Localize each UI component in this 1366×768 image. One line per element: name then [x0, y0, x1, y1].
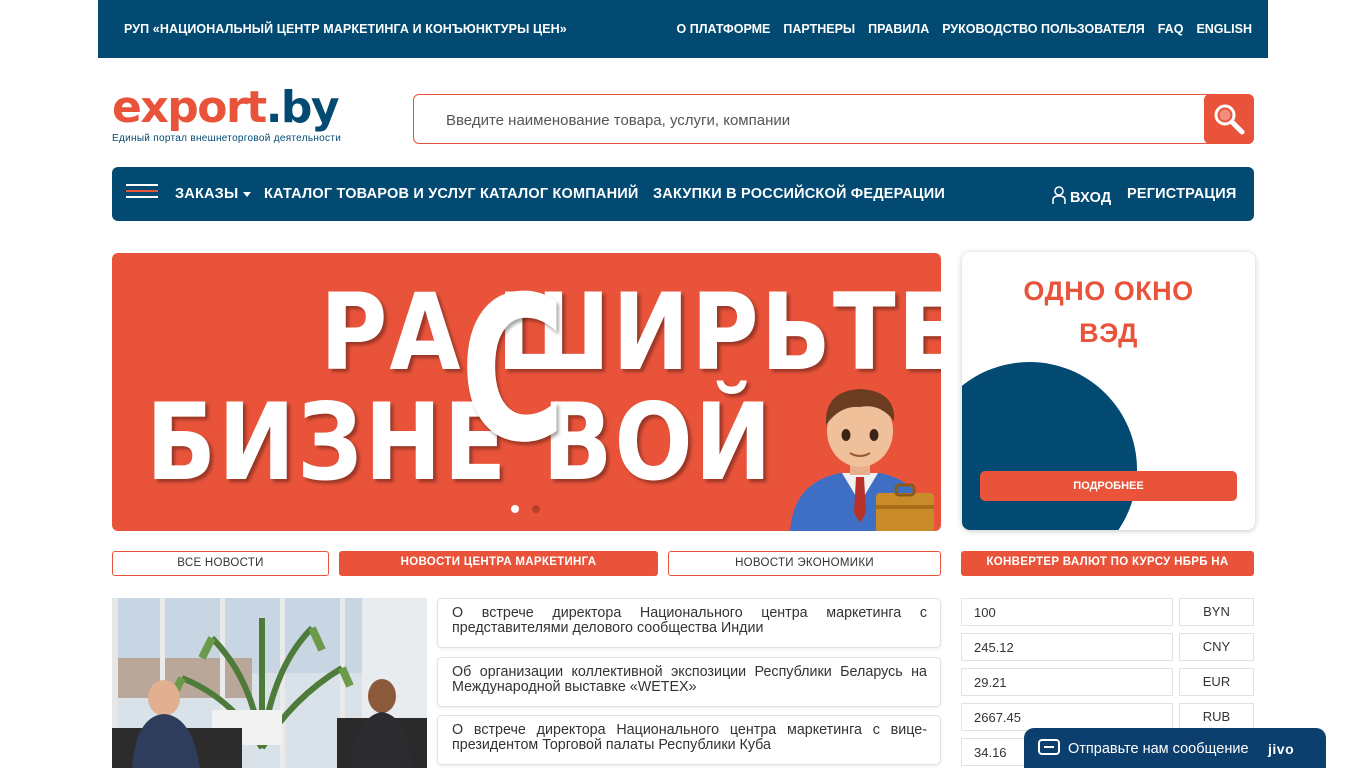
chat-widget-text: Отправьте нам сообщение [1068, 741, 1249, 757]
link-partners[interactable]: ПАРТНЕРЫ [783, 22, 855, 36]
slider-dot-1[interactable] [511, 505, 519, 513]
converter-amount-cny[interactable]: 245.12 [961, 633, 1173, 661]
one-window-title: ОДНО ОКНО [1023, 276, 1194, 306]
news-item-1[interactable]: О встрече директора Национального центра… [437, 598, 941, 648]
search-button[interactable] [1204, 94, 1254, 144]
message-icon [1038, 739, 1060, 755]
link-english[interactable]: ENGLISH [1196, 22, 1252, 36]
search-input[interactable] [446, 108, 1186, 132]
banner-big-letter: С [460, 254, 566, 487]
nav-catalog-companies[interactable]: КАТАЛОГ КОМПАНИЙ [480, 186, 639, 202]
converter-title: КОНВЕРТЕР ВАЛЮТ ПО КУРСУ НБРБ НА 13.07.2… [961, 551, 1254, 591]
logo-part-export: export [112, 82, 267, 133]
converter-amount-rub[interactable]: 2667.45 [961, 703, 1173, 731]
top-bar: РУП «НАЦИОНАЛЬНЫЙ ЦЕНТР МАРКЕТИНГА И КОН… [98, 0, 1268, 58]
nav-login-label: ВХОД [1070, 190, 1112, 206]
slider-dot-2[interactable] [532, 505, 540, 513]
link-rules[interactable]: ПРАВИЛА [868, 22, 929, 36]
link-user-guide[interactable]: РУКОВОДСТВО ПОЛЬЗОВАТЕЛЯ [942, 22, 1145, 36]
main-nav: ЗАКАЗЫ КАТАЛОГ ТОВАРОВ И УСЛУГ КАТАЛОГ К… [112, 167, 1254, 221]
news-item-3[interactable]: О встрече директора Национального центра… [437, 715, 941, 765]
jivo-logo: jivo [1268, 741, 1295, 757]
organization-name[interactable]: РУП «НАЦИОНАЛЬНЫЙ ЦЕНТР МАРКЕТИНГА И КОН… [124, 22, 567, 36]
converter-amount-eur[interactable]: 29.21 [961, 668, 1173, 696]
nav-orders[interactable]: ЗАКАЗЫ [175, 186, 252, 202]
nav-register[interactable]: РЕГИСТРАЦИЯ [1127, 186, 1236, 202]
news-photo[interactable] [112, 598, 427, 768]
nav-login[interactable]: ВХОД [1052, 186, 1111, 206]
one-window-card: ОДНО ОКНО ВЭД ПОДРОБНЕЕ [962, 252, 1255, 530]
businessman-illustration [790, 389, 934, 531]
promo-banner[interactable]: РА ШИРЬТЕ БИЗНЕ ВОЙ С [112, 253, 941, 531]
search-icon [1214, 104, 1245, 135]
nav-russia-purchases[interactable]: ЗАКУПКИ В РОССИЙСКОЙ ФЕДЕРАЦИИ [653, 186, 945, 202]
slider-dots [511, 505, 540, 513]
one-window-subtitle: ВЭД [1079, 318, 1138, 348]
logo-wordmark: export.by [112, 86, 374, 130]
tab-center-news[interactable]: НОВОСТИ ЦЕНТРА МАРКЕТИНГА [339, 551, 658, 576]
user-icon [1052, 186, 1066, 204]
converter-currency-byn: BYN [1179, 598, 1254, 626]
link-faq[interactable]: FAQ [1158, 22, 1184, 36]
logo-part-by: .by [265, 82, 340, 133]
search-bar [413, 94, 1254, 144]
nav-catalog-goods[interactable]: КАТАЛОГ ТОВАРОВ И УСЛУГ [264, 186, 476, 202]
tab-economy-news[interactable]: НОВОСТИ ЭКОНОМИКИ [668, 551, 941, 576]
converter-currency-cny: CNY [1179, 633, 1254, 661]
site-logo[interactable]: export.by Единый портал внешнеторговой д… [112, 86, 374, 148]
converter-currency-rub: RUB [1179, 703, 1254, 731]
news-item-2[interactable]: Об организации коллективной экспозиции Р… [437, 657, 941, 707]
logo-tagline: Единый портал внешнеторговой деятельност… [112, 133, 342, 144]
converter-currency-eur: EUR [1179, 668, 1254, 696]
more-button[interactable]: ПОДРОБНЕЕ [980, 471, 1237, 501]
decorative-circle [962, 362, 1137, 530]
link-about[interactable]: О ПЛАТФОРМЕ [677, 22, 771, 36]
menu-icon[interactable] [126, 184, 158, 204]
converter-amount-byn[interactable]: 100 [961, 598, 1173, 626]
top-links: О ПЛАТФОРМЕ ПАРТНЕРЫ ПРАВИЛА РУКОВОДСТВО… [677, 22, 1252, 36]
nav-orders-label: ЗАКАЗЫ [175, 186, 239, 202]
chevron-down-icon [243, 191, 252, 197]
tab-all-news[interactable]: ВСЕ НОВОСТИ [112, 551, 329, 576]
chat-widget[interactable]: Отправьте нам сообщение jivo [1024, 728, 1326, 768]
